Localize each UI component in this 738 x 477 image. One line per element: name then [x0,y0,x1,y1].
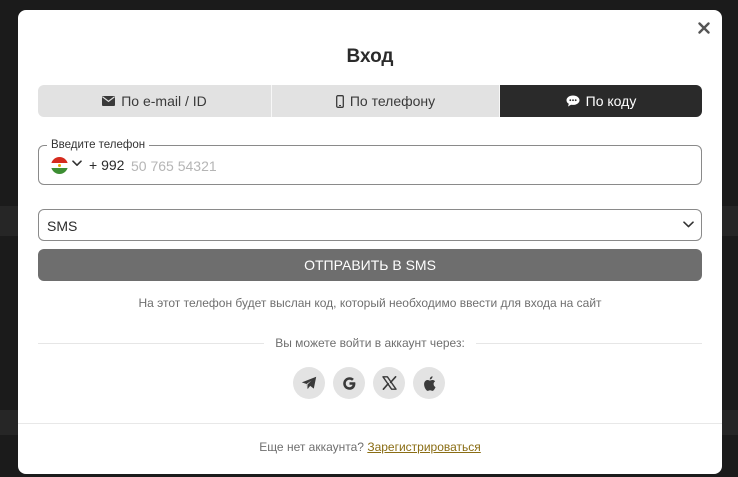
phone-input[interactable] [131,152,651,180]
apple-icon [423,375,435,391]
dial-code: + 992 [89,157,125,173]
x-login-button[interactable] [373,367,405,399]
delivery-method-select[interactable]: SMS [38,209,702,241]
tab-label: По телефону [349,93,436,109]
send-sms-button[interactable]: ОТПРАВИТЬ В SMS [38,249,702,281]
delivery-method-value: SMS [47,218,78,234]
tab-code[interactable]: По коду [500,85,702,117]
tab-phone[interactable]: По телефону [272,85,500,117]
social-divider: Вы можете войти в аккаунт через: [38,335,702,351]
mobile-phone-icon [335,94,344,108]
footer-divider [18,423,722,424]
google-icon [342,376,355,390]
tajikistan-flag-icon[interactable] [51,157,68,174]
chevron-down-icon [683,221,694,228]
tab-email[interactable]: По e-mail / ID [38,85,272,117]
login-modal: Вход По e-mail / ID По телефону По коду [18,10,722,474]
close-button[interactable] [694,18,714,38]
social-login-buttons [293,367,445,399]
envelope-icon [102,96,116,106]
close-icon [698,22,710,34]
chevron-down-icon[interactable] [72,160,82,167]
telegram-icon [301,376,317,389]
telegram-login-button[interactable] [293,367,325,399]
login-method-tabs: По e-mail / ID По телефону По коду [38,85,702,117]
google-login-button[interactable] [333,367,365,399]
hint-text: На этот телефон будет выслан код, которы… [138,296,602,310]
register-prompt-text: Еще нет аккаунта? [259,440,364,454]
divider-line [476,343,702,344]
tab-label: По e-mail / ID [121,93,207,109]
register-prompt: Еще нет аккаунта? Зарегистрироваться [18,440,722,454]
tab-label: По коду [585,93,637,109]
x-icon [381,376,397,390]
phone-field-label: Введите телефон [47,138,150,152]
modal-title: Вход [346,46,394,67]
register-link[interactable]: Зарегистрироваться [367,440,480,454]
apple-login-button[interactable] [413,367,445,399]
chat-bubble-icon [566,95,580,107]
phone-field: Введите телефон + 992 [38,138,702,185]
